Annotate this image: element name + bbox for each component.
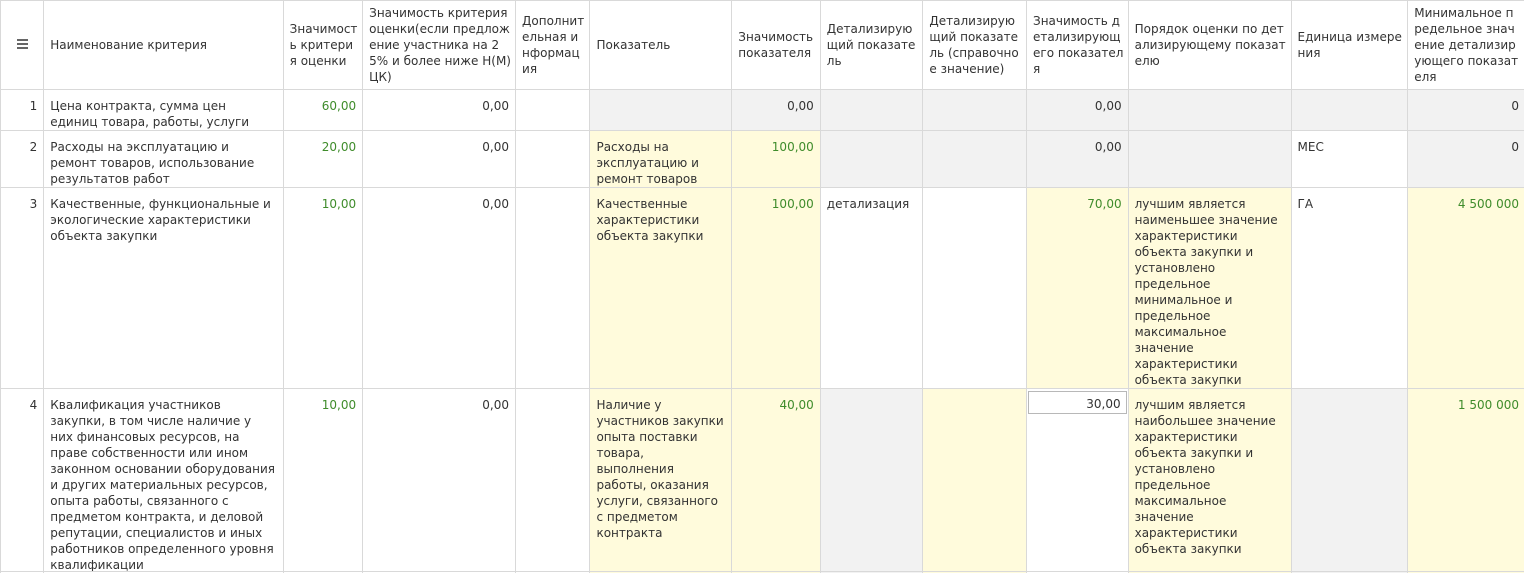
cell-weight[interactable]: 60,00 <box>282 89 364 131</box>
cell-name[interactable]: Квалификация участников закупки, в том ч… <box>43 388 284 573</box>
grid-bottom-border <box>0 571 1524 572</box>
header-detail-weight[interactable]: Значимость детализирующего показателя <box>1026 0 1129 90</box>
cell-name[interactable]: Цена контракта, сумма цен единиц товара,… <box>43 89 284 131</box>
header-row: Наименование критерия Значимость критери… <box>0 0 1524 90</box>
cell-unit[interactable]: ГА <box>1290 187 1409 389</box>
row-index: 1 <box>0 89 45 131</box>
cell-indicator[interactable]: Наличие у участников закупки опыта поста… <box>589 388 733 573</box>
criteria-table: Наименование критерия Значимость критери… <box>0 0 1524 573</box>
cell-indicator-weight[interactable]: 100,00 <box>731 187 821 389</box>
header-weight[interactable]: Значимость критерия оценки <box>282 0 364 90</box>
cell-detail-weight[interactable]: 0,00 <box>1026 130 1129 188</box>
cell-name[interactable]: Расходы на эксплуатацию и ремонт товаров… <box>43 130 284 188</box>
cell-weight-reduced[interactable]: 0,00 <box>362 388 517 573</box>
hamburger-menu-icon[interactable] <box>16 37 28 51</box>
cell-detail-indicator-ref[interactable] <box>922 187 1027 389</box>
cell-detail-indicator[interactable]: детализация <box>819 187 924 389</box>
cell-indicator-weight[interactable]: 0,00 <box>731 89 821 131</box>
cell-extra-info[interactable] <box>515 89 591 131</box>
header-detail-indicator-ref[interactable]: Детализирующий показатель (справочное зн… <box>922 0 1027 90</box>
cell-unit[interactable] <box>1290 388 1409 573</box>
table-row[interactable]: 4 Квалификация участников закупки, в том… <box>0 388 1524 573</box>
cell-weight-reduced[interactable]: 0,00 <box>362 89 517 131</box>
cell-detail-weight[interactable]: 70,00 <box>1026 187 1129 389</box>
header-min-value[interactable]: Минимальное предельное значение детализи… <box>1407 0 1524 90</box>
cell-detail-order[interactable] <box>1127 89 1292 131</box>
header-name[interactable]: Наименование критерия <box>43 0 284 90</box>
cell-min-value[interactable]: 1 500 000 <box>1407 388 1524 573</box>
cell-unit[interactable]: МЕС <box>1290 130 1409 188</box>
cell-extra-info[interactable] <box>515 130 591 188</box>
cell-unit[interactable] <box>1290 89 1409 131</box>
cell-detail-indicator[interactable] <box>819 388 924 573</box>
table-row[interactable]: 1 Цена контракта, сумма цен единиц товар… <box>0 89 1524 131</box>
cell-extra-info[interactable] <box>515 388 591 573</box>
cell-indicator[interactable]: Качественные характеристики объекта заку… <box>589 187 733 389</box>
cell-detail-indicator-ref[interactable] <box>922 89 1027 131</box>
table-row[interactable]: 3 Качественные, функциональные и экологи… <box>0 187 1524 389</box>
row-index: 3 <box>0 187 45 389</box>
cell-weight-reduced[interactable]: 0,00 <box>362 187 517 389</box>
cell-detail-order[interactable]: лучшим является наименьшее значение хара… <box>1127 187 1292 389</box>
header-unit[interactable]: Единица измерения <box>1290 0 1409 90</box>
cell-min-value[interactable]: 4 500 000 <box>1407 187 1524 389</box>
cell-indicator[interactable]: Расходы на эксплуатацию и ремонт товаров <box>589 130 733 188</box>
header-weight-reduced[interactable]: Значимость критерия оценки(если предложе… <box>362 0 517 90</box>
cell-detail-weight[interactable]: 0,00 <box>1026 89 1129 131</box>
header-detail-indicator[interactable]: Детализирующий показатель <box>819 0 924 90</box>
cell-weight[interactable]: 10,00 <box>282 187 364 389</box>
cell-detail-indicator[interactable] <box>819 89 924 131</box>
criteria-grid: Наименование критерия Значимость критери… <box>0 0 1524 573</box>
header-indicator-weight[interactable]: Значимость показателя <box>731 0 821 90</box>
row-index: 4 <box>0 388 45 573</box>
cell-extra-info[interactable] <box>515 187 591 389</box>
cell-indicator[interactable] <box>589 89 733 131</box>
cell-weight-reduced[interactable]: 0,00 <box>362 130 517 188</box>
row-index: 2 <box>0 130 45 188</box>
cell-detail-indicator-ref[interactable] <box>922 388 1027 573</box>
table-row[interactable]: 2 Расходы на эксплуатацию и ремонт товар… <box>0 130 1524 188</box>
header-indicator[interactable]: Показатель <box>589 0 733 90</box>
cell-weight[interactable]: 20,00 <box>282 130 364 188</box>
cell-detail-weight-focused[interactable]: 30,00 <box>1026 388 1129 573</box>
cell-name[interactable]: Качественные, функциональные и экологиче… <box>43 187 284 389</box>
cell-detail-order[interactable] <box>1127 130 1292 188</box>
cell-indicator-weight[interactable]: 40,00 <box>731 388 821 573</box>
cell-detail-indicator-ref[interactable] <box>922 130 1027 188</box>
cell-min-value[interactable]: 0 <box>1407 89 1524 131</box>
header-extra-info[interactable]: Дополнительная информация <box>515 0 591 90</box>
column-menu-header[interactable] <box>0 0 45 90</box>
cell-detail-order[interactable]: лучшим является наибольшее значение хара… <box>1127 388 1292 573</box>
cell-detail-indicator[interactable] <box>819 130 924 188</box>
cell-indicator-weight[interactable]: 100,00 <box>731 130 821 188</box>
header-detail-order[interactable]: Порядок оценки по детализирующему показа… <box>1127 0 1292 90</box>
cell-min-value[interactable]: 0 <box>1407 130 1524 188</box>
cell-weight[interactable]: 10,00 <box>282 388 364 573</box>
